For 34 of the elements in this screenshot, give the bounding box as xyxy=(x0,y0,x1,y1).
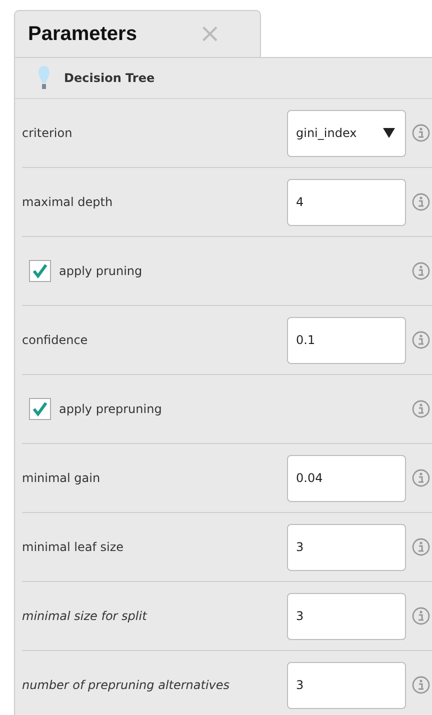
parameter-label: confidence xyxy=(22,333,89,347)
parameter-label: apply prepruning xyxy=(59,402,163,416)
parameter-label: minimal gain xyxy=(22,471,102,485)
check-icon xyxy=(32,401,48,417)
criterion-dropdown[interactable]: gini_index xyxy=(287,110,406,156)
parameter-label: maximal depth xyxy=(22,195,114,209)
info-icon xyxy=(412,538,430,556)
info-icon xyxy=(412,331,430,349)
operator-name: Decision Tree xyxy=(64,71,155,85)
input-field[interactable]: 3 xyxy=(287,662,406,708)
info-icon xyxy=(412,469,430,487)
parameters-tab[interactable]: Parameters × xyxy=(14,10,261,57)
info-icon xyxy=(412,262,430,280)
parameter-label: apply pruning xyxy=(59,264,144,278)
info-icon xyxy=(412,124,430,142)
parameter-label: number of prepruning alternatives xyxy=(22,678,231,692)
checkbox[interactable] xyxy=(29,260,51,282)
parameter-label: minimal size for split xyxy=(22,609,148,623)
check-icon xyxy=(32,263,48,279)
info-icon xyxy=(412,607,430,625)
input-field[interactable]: 0.1 xyxy=(287,316,406,364)
info-icon xyxy=(412,400,430,418)
caret-icon xyxy=(383,128,395,138)
parameter-label: criterion xyxy=(22,126,74,140)
info-icon xyxy=(412,676,430,694)
info-icon xyxy=(412,193,430,211)
input-field[interactable]: 0.04 xyxy=(287,454,406,502)
parameter-label: minimal leaf size xyxy=(22,540,125,554)
input-field[interactable]: 3 xyxy=(287,592,406,640)
lightbulb-icon xyxy=(37,65,51,91)
checkbox[interactable] xyxy=(29,398,51,420)
tab-title: Parameters xyxy=(28,22,137,46)
input-field[interactable]: 4 xyxy=(287,178,406,226)
input-field[interactable]: 3 xyxy=(287,524,406,570)
